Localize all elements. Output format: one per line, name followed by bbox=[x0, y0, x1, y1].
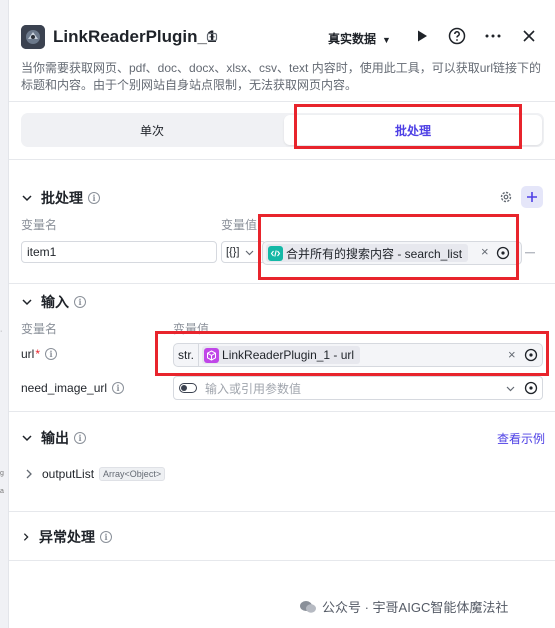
chevron-down-icon bbox=[22, 195, 32, 202]
divider bbox=[9, 560, 555, 561]
batch-section-header[interactable]: 批处理 i bbox=[21, 188, 100, 208]
node-title[interactable]: LinkReaderPlugin_1 bbox=[53, 27, 216, 47]
input-placeholder: 输入或引用参数值 bbox=[205, 381, 302, 396]
info-icon: i bbox=[74, 432, 86, 444]
reference-label: 合并所有的搜索内容 - search_list bbox=[286, 246, 463, 261]
run-play-icon[interactable] bbox=[412, 26, 432, 46]
info-icon: i bbox=[88, 192, 100, 204]
clear-reference-icon[interactable]: × bbox=[481, 244, 489, 259]
param-name: need_image_url bbox=[21, 381, 108, 395]
reference-tag: 合并所有的搜索内容 - search_list bbox=[266, 244, 469, 262]
view-example-link[interactable]: 查看示例 bbox=[497, 430, 545, 447]
settings-gear-icon[interactable] bbox=[499, 190, 513, 204]
divider bbox=[9, 511, 555, 512]
data-mode-select[interactable]: 真实数据 ▼ bbox=[328, 30, 391, 47]
more-icon[interactable] bbox=[483, 26, 503, 46]
mode-tabs: 单次 批处理 bbox=[21, 113, 544, 147]
output-section-header[interactable]: 输出 i bbox=[21, 428, 86, 448]
variable-reference-icon[interactable] bbox=[524, 381, 538, 395]
output-item[interactable]: outputList Array<Object> bbox=[25, 467, 166, 481]
watermark: 公众号 · 宇哥AIGC智能体魔法社 bbox=[299, 597, 508, 616]
batch-section-title: 批处理 bbox=[41, 190, 83, 206]
variable-reference-icon[interactable] bbox=[496, 246, 510, 260]
robot-badge-icon bbox=[206, 32, 218, 42]
info-icon: i bbox=[74, 296, 86, 308]
output-item-type: Array<Object> bbox=[99, 467, 166, 481]
variable-reference-icon[interactable] bbox=[524, 348, 538, 362]
input-section-header[interactable]: 输入 i bbox=[21, 292, 86, 312]
divider bbox=[9, 411, 555, 412]
param-name: url bbox=[21, 347, 35, 361]
chevron-down-icon bbox=[22, 299, 32, 306]
info-icon: i bbox=[45, 348, 58, 360]
url-param-label: url * i bbox=[21, 347, 58, 361]
close-icon[interactable] bbox=[519, 26, 539, 46]
tab-batch[interactable]: 批处理 bbox=[284, 115, 542, 145]
divider bbox=[9, 283, 555, 284]
tab-single[interactable]: 单次 bbox=[23, 115, 281, 145]
plus-icon bbox=[527, 192, 537, 202]
info-icon: i bbox=[100, 531, 112, 543]
batch-var-name-input[interactable]: item1 bbox=[21, 241, 217, 263]
divider bbox=[9, 159, 555, 160]
plugin-logo-icon bbox=[21, 25, 45, 49]
chevron-down-icon[interactable] bbox=[506, 384, 515, 393]
batch-col-name-label: 变量名 bbox=[21, 218, 58, 232]
plugin-cube-icon bbox=[204, 347, 220, 363]
reference-label: LinkReaderPlugin_1 - url bbox=[222, 348, 355, 362]
batch-col-value-label: 变量值 bbox=[221, 218, 258, 232]
need-image-url-input[interactable]: 输入或引用参数值 bbox=[173, 376, 543, 400]
url-value-ref[interactable]: str. LinkReaderPlugin_1 - url bbox=[173, 343, 543, 367]
output-item-name: outputList bbox=[42, 467, 95, 481]
clear-reference-icon[interactable]: × bbox=[508, 347, 516, 362]
watermark-text: 公众号 · 宇哥AIGC智能体魔法社 bbox=[322, 600, 509, 615]
toggle-switch[interactable] bbox=[179, 383, 197, 393]
input-col-value-label: 变量值 bbox=[173, 322, 210, 336]
chevron-down-icon bbox=[246, 250, 254, 255]
chevron-right-icon bbox=[26, 469, 32, 479]
info-icon: i bbox=[112, 382, 125, 394]
chevron-right-icon bbox=[23, 533, 29, 541]
node-description: 当你需要获取网页、pdf、doc、docx、xlsx、csv、text 内容时，… bbox=[21, 61, 542, 92]
node-config-panel: LinkReaderPlugin_1 真实数据 ▼ 当你需要获取网页、pdf、do… bbox=[8, 0, 555, 628]
reference-tag: LinkReaderPlugin_1 - url bbox=[202, 346, 361, 364]
background-canvas-edge: · g a bbox=[0, 0, 8, 628]
remove-row-icon[interactable] bbox=[525, 252, 535, 254]
need-image-url-param-label: need_image_url i bbox=[21, 381, 125, 395]
output-section-title: 输出 bbox=[41, 430, 69, 446]
chevron-down-icon bbox=[22, 435, 32, 442]
data-mode-label: 真实数据 bbox=[328, 32, 377, 46]
caret-down-icon: ▼ bbox=[382, 35, 391, 45]
exception-section-header[interactable]: 异常处理 i bbox=[21, 527, 112, 547]
help-icon[interactable] bbox=[447, 26, 467, 46]
type-label: [{}] bbox=[226, 246, 240, 258]
type-label: str. bbox=[174, 344, 200, 366]
add-batch-variable-button[interactable] bbox=[521, 186, 543, 208]
wechat-icon bbox=[300, 600, 316, 613]
input-col-name-label: 变量名 bbox=[21, 322, 58, 336]
code-node-icon bbox=[268, 245, 283, 261]
batch-var-type-select[interactable]: [{}] bbox=[221, 241, 266, 263]
required-mark: * bbox=[35, 347, 41, 361]
divider bbox=[9, 101, 555, 102]
exception-section-title: 异常处理 bbox=[39, 529, 95, 545]
input-section-title: 输入 bbox=[41, 294, 69, 310]
